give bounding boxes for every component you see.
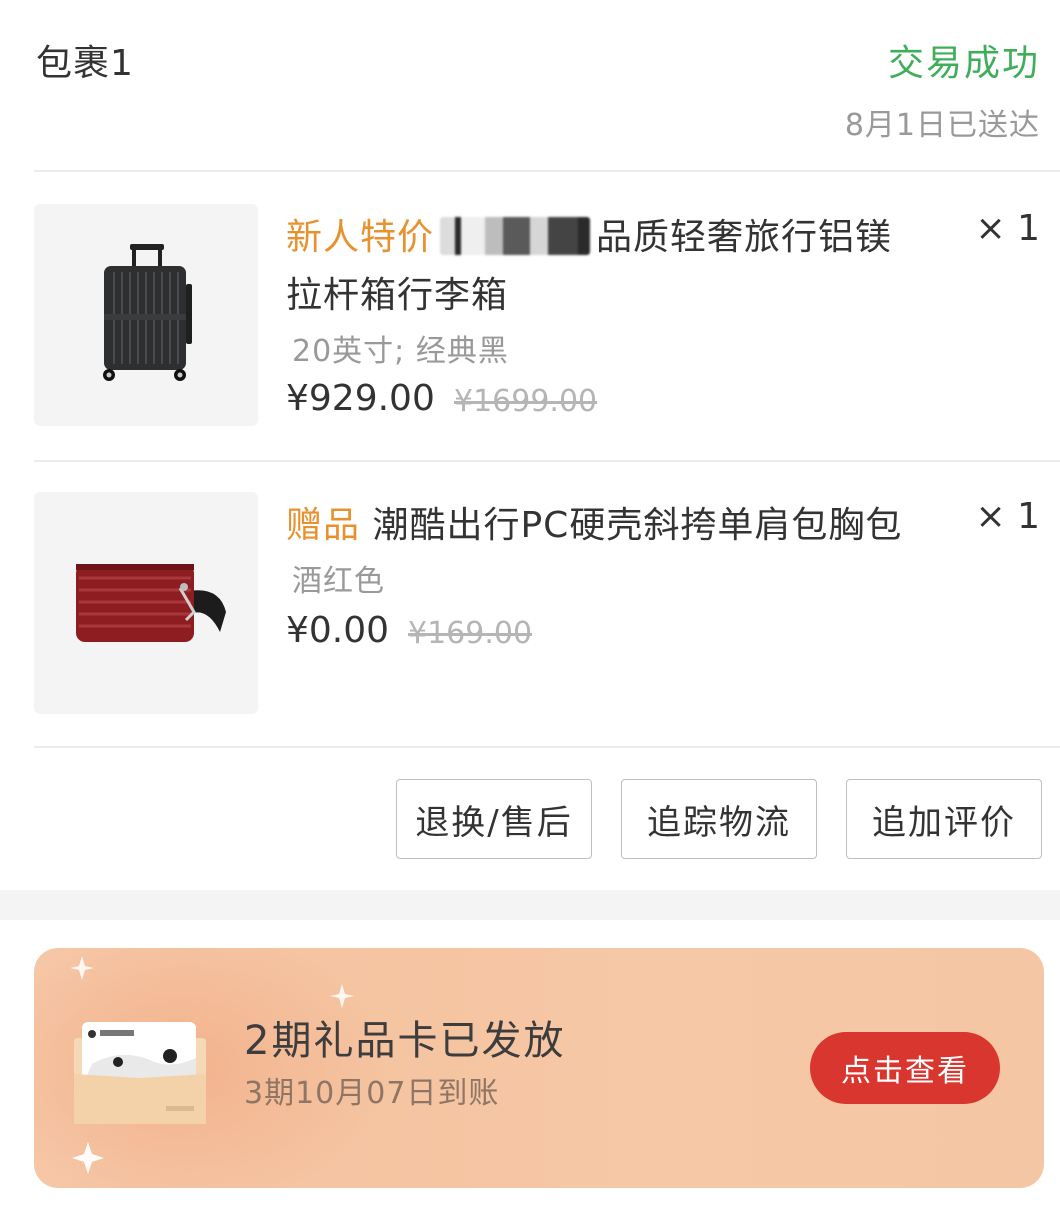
- product-title[interactable]: 赠品 潮酷出行PC硬壳斜挎单肩包胸包: [286, 496, 902, 548]
- gift-card-banner[interactable]: 2期礼品卡已发放 3期10月07日到账 点击查看: [34, 948, 1044, 1188]
- banner-title: 2期礼品卡已发放: [244, 1018, 566, 1064]
- package-title: 包裹1: [36, 43, 134, 84]
- product-image-suitcase[interactable]: [34, 204, 258, 426]
- redacted-brand: [440, 217, 591, 255]
- gift-tag: 赠品: [286, 505, 361, 546]
- product-title-text: 潮酷出行PC硬壳斜挎单肩包胸包: [372, 505, 903, 546]
- quantity: × 1: [975, 496, 1040, 537]
- promo-tag: 新人特价: [286, 217, 435, 258]
- divider: [34, 746, 1060, 748]
- product-price: ¥929.00: [286, 378, 435, 419]
- order-item[interactable]: 赠品 潮酷出行PC硬壳斜挎单肩包胸包 × 1 酒红色 ¥0.00 ¥169.00: [0, 460, 1060, 748]
- original-price: ¥169.00: [408, 616, 533, 651]
- quantity: × 1: [975, 208, 1040, 249]
- return-aftersale-button[interactable]: 退换/售后: [396, 779, 592, 859]
- add-review-button[interactable]: 追加评价: [846, 779, 1042, 859]
- product-image-bag[interactable]: [34, 492, 258, 714]
- section-gap: [0, 890, 1060, 920]
- product-spec: 酒红色: [292, 564, 385, 599]
- package-header: 包裹1 交易成功 8月1日已送达: [0, 0, 1060, 172]
- delivery-status: 8月1日已送达: [844, 108, 1040, 143]
- product-spec: 20英寸; 经典黑: [292, 334, 509, 369]
- product-title-text: 品质轻奢旅行铝镁: [596, 217, 893, 258]
- product-title[interactable]: 新人特价 品质轻奢旅行铝镁: [286, 208, 892, 260]
- order-status: 交易成功: [887, 43, 1040, 84]
- product-title-line2[interactable]: 拉杆箱行李箱: [286, 266, 508, 318]
- order-item[interactable]: 新人特价 品质轻奢旅行铝镁 × 1 拉杆箱行李箱 20英寸; 经典黑 ¥929.0…: [0, 170, 1060, 462]
- banner-subtitle: 3期10月07日到账: [244, 1076, 500, 1111]
- view-gift-card-button[interactable]: 点击查看: [810, 1032, 1000, 1104]
- original-price: ¥1699.00: [454, 384, 598, 419]
- product-price: ¥0.00: [286, 610, 390, 651]
- gift-card-envelope-icon: [74, 1022, 206, 1124]
- track-logistics-button[interactable]: 追踪物流: [621, 779, 817, 859]
